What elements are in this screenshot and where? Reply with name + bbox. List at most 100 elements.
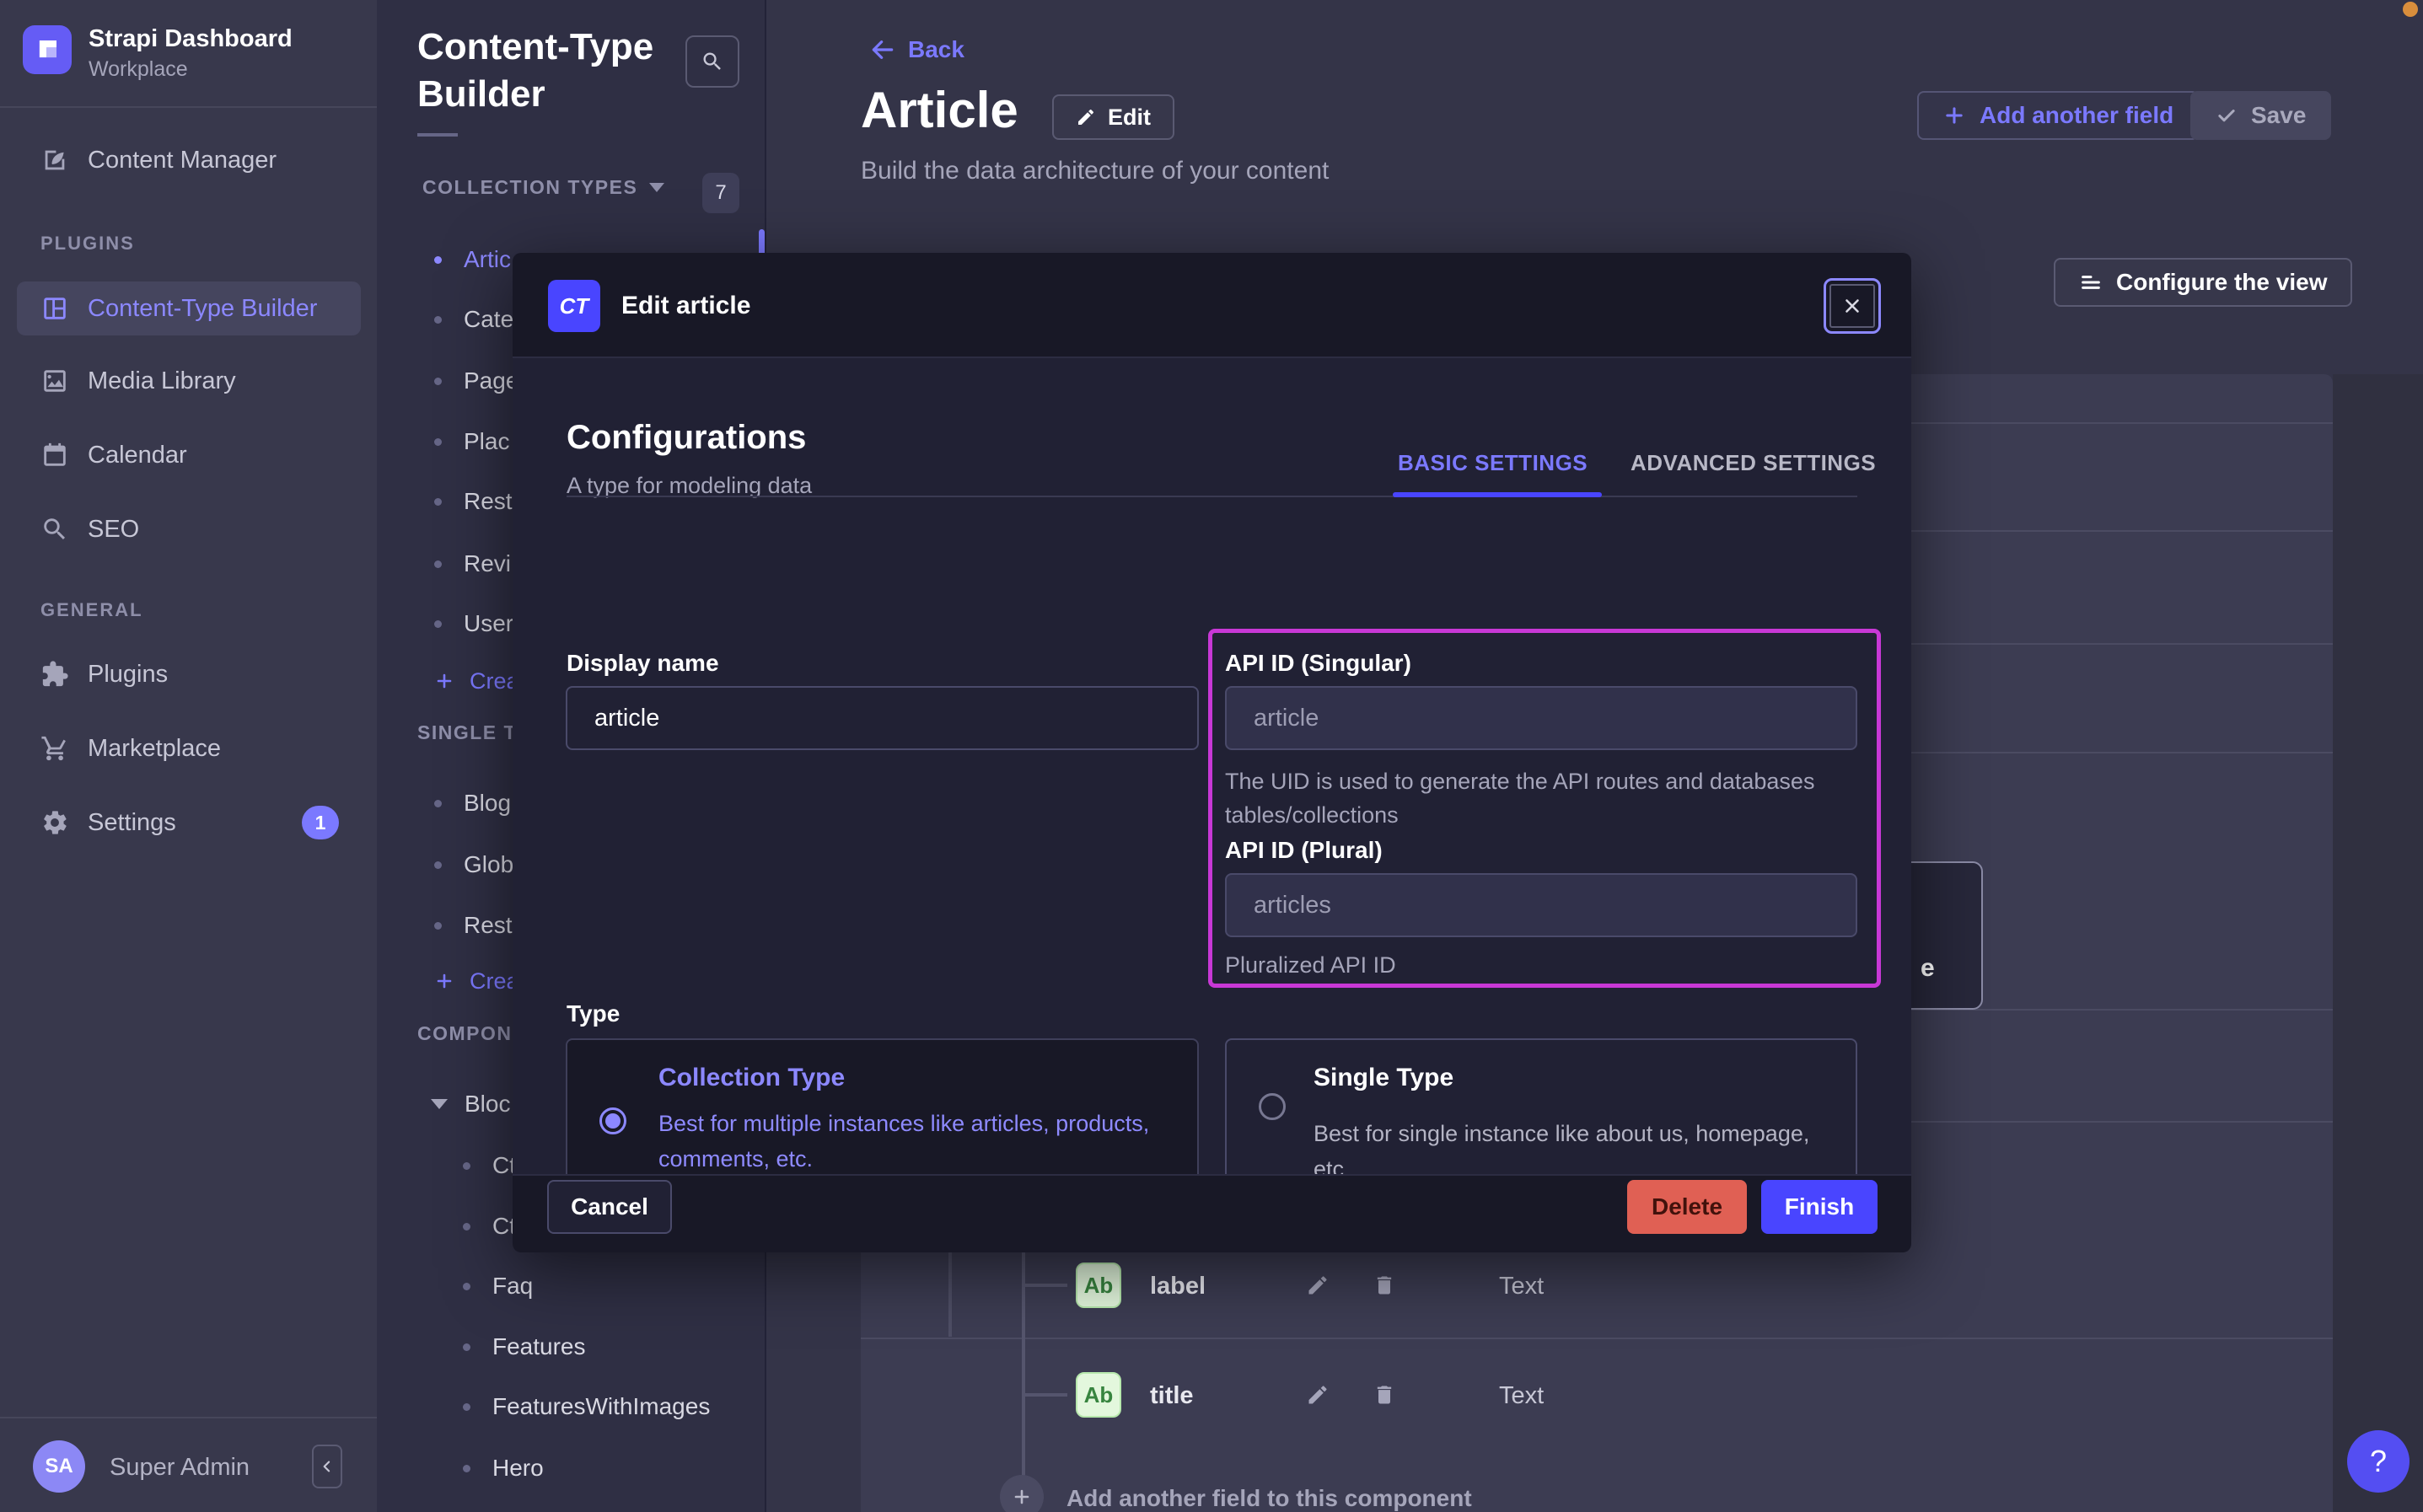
api-id-singular-help: The UID is used to generate the API rout… [1225,764,1832,832]
user-zone: SA Super Admin [0,1417,377,1512]
add-component-field-label[interactable]: Add another field to this component [1066,1485,1472,1512]
collection-types-header[interactable]: COLLECTION TYPES [417,175,669,200]
cancel-button[interactable]: Cancel [547,1180,672,1234]
item-label: Faq [492,1273,533,1300]
avatar[interactable]: SA [33,1440,85,1493]
settings-notification-badge: 1 [302,806,339,839]
api-id-plural-label: API ID (Plural) [1225,837,1383,864]
component-group-blocks[interactable]: Bloc [426,1087,515,1121]
collapse-sidebar-button[interactable] [312,1445,342,1488]
edit-field-button[interactable] [1303,1271,1332,1300]
plus-icon [434,971,454,991]
bullet-icon [434,560,442,568]
display-name-label: Display name [567,650,719,677]
collection-type-desc: Best for multiple instances like article… [658,1106,1190,1177]
component-item-cta[interactable]: Ct [458,1149,521,1182]
sidebar-item-media-library[interactable]: Media Library [17,354,361,408]
delete-field-button[interactable] [1370,1271,1399,1300]
modal-header: CT Edit article [513,253,1911,358]
bullet-icon [463,1283,470,1290]
display-name-input[interactable] [566,686,1199,750]
bullet-icon [434,316,442,324]
add-component-field-button[interactable] [1000,1475,1044,1512]
bullet-icon [434,922,442,930]
configure-view-button[interactable]: Configure the view [2054,258,2352,307]
component-item-faq[interactable]: Faq [458,1269,538,1303]
item-label: Glob [464,851,513,878]
plus-icon [434,671,454,691]
component-item-cta2[interactable]: Ct [458,1209,521,1243]
sidebar-item-marketplace[interactable]: Marketplace [17,721,361,775]
sidebar-item-page[interactable]: Page [429,364,524,398]
api-id-singular-label: API ID (Singular) [1225,650,1411,677]
sidebar-item-user[interactable]: User [429,607,518,641]
back-link[interactable]: Back [864,35,970,64]
bullet-icon [463,1403,470,1411]
tab-basic-settings[interactable]: BASIC SETTINGS [1393,444,1593,481]
finish-button[interactable]: Finish [1761,1180,1878,1234]
sidebar-item-calendar[interactable]: Calendar [17,428,361,482]
sidebar-item-seo[interactable]: SEO [17,502,361,556]
help-button[interactable]: ? [2347,1430,2410,1493]
content-type-badge: CT [548,280,600,332]
item-label: Page [464,367,518,394]
sidebar-item-place[interactable]: Plac [429,425,514,458]
sidebar-item-article[interactable]: Artic [429,243,516,276]
sidebar-item-category[interactable]: Cate [429,303,518,336]
bullet-icon [434,256,442,264]
edit-button[interactable]: Edit [1052,94,1174,140]
single-type-radio[interactable] [1259,1093,1286,1120]
chevron-down-icon [431,1099,448,1109]
tab-advanced-settings[interactable]: ADVANCED SETTINGS [1625,444,1881,481]
component-item-featureswithimages[interactable]: FeaturesWithImages [458,1390,715,1424]
save-button[interactable]: Save [2190,91,2331,140]
page-title: Article [861,81,1018,139]
sidebar-item-restaurant[interactable]: Rest [429,485,518,518]
delete-field-button[interactable] [1370,1381,1399,1409]
nav-label: Content Manager [88,147,277,174]
field-name: label [1150,1273,1206,1300]
bullet-icon [434,438,442,446]
modal-footer: Cancel Delete Finish [513,1174,1911,1252]
sidebar-item-restaurant-single[interactable]: Rest [429,909,518,942]
bullet-icon [434,498,442,506]
search-button[interactable] [685,35,739,88]
group-label: Bloc [465,1091,510,1118]
panel-title: Content-Type Builder [417,24,679,118]
sidebar-item-blog[interactable]: Blog [429,786,516,820]
workspace-switcher[interactable]: Strapi Dashboard Workplace [0,0,377,108]
edit-field-button[interactable] [1303,1381,1332,1409]
api-id-plural-input[interactable] [1225,873,1857,937]
component-item-hero[interactable]: Hero [458,1451,549,1485]
sidebar-item-plugins[interactable]: Plugins [17,647,361,701]
item-label: Rest [464,912,513,939]
collection-type-radio[interactable] [599,1107,626,1134]
check-icon [2216,105,2238,126]
sidebar-item-content-type-builder[interactable]: Content-Type Builder [17,281,361,335]
chevron-left-icon [319,1457,336,1476]
bullet-icon [463,1343,470,1351]
image-icon [40,367,69,395]
save-label: Save [2251,102,2306,129]
item-label: Hero [492,1455,544,1482]
bullet-icon [434,800,442,807]
single-type-title: Single Type [1314,1064,1453,1092]
tree-connector [1025,1284,1067,1287]
page-gutter [2333,374,2423,1512]
sidebar-item-review[interactable]: Revi [429,547,516,581]
sidebar-item-content-manager[interactable]: Content Manager [17,133,361,187]
row-divider [861,1338,2333,1339]
close-modal-button[interactable] [1824,278,1881,334]
api-id-singular-input[interactable] [1225,686,1857,750]
tree-connector [948,1252,952,1337]
nav-label: Settings [88,809,176,837]
nav-label: Content-Type Builder [88,295,317,323]
add-another-field-button[interactable]: Add another field [1917,91,2199,140]
layout-grid-icon [40,294,69,323]
delete-button[interactable]: Delete [1627,1180,1747,1234]
component-item-features[interactable]: Features [458,1330,591,1364]
bullet-icon [463,1162,470,1170]
sidebar-item-global[interactable]: Glob [429,848,518,882]
search-icon [701,50,724,73]
text-field-type-badge: Ab [1076,1263,1121,1308]
